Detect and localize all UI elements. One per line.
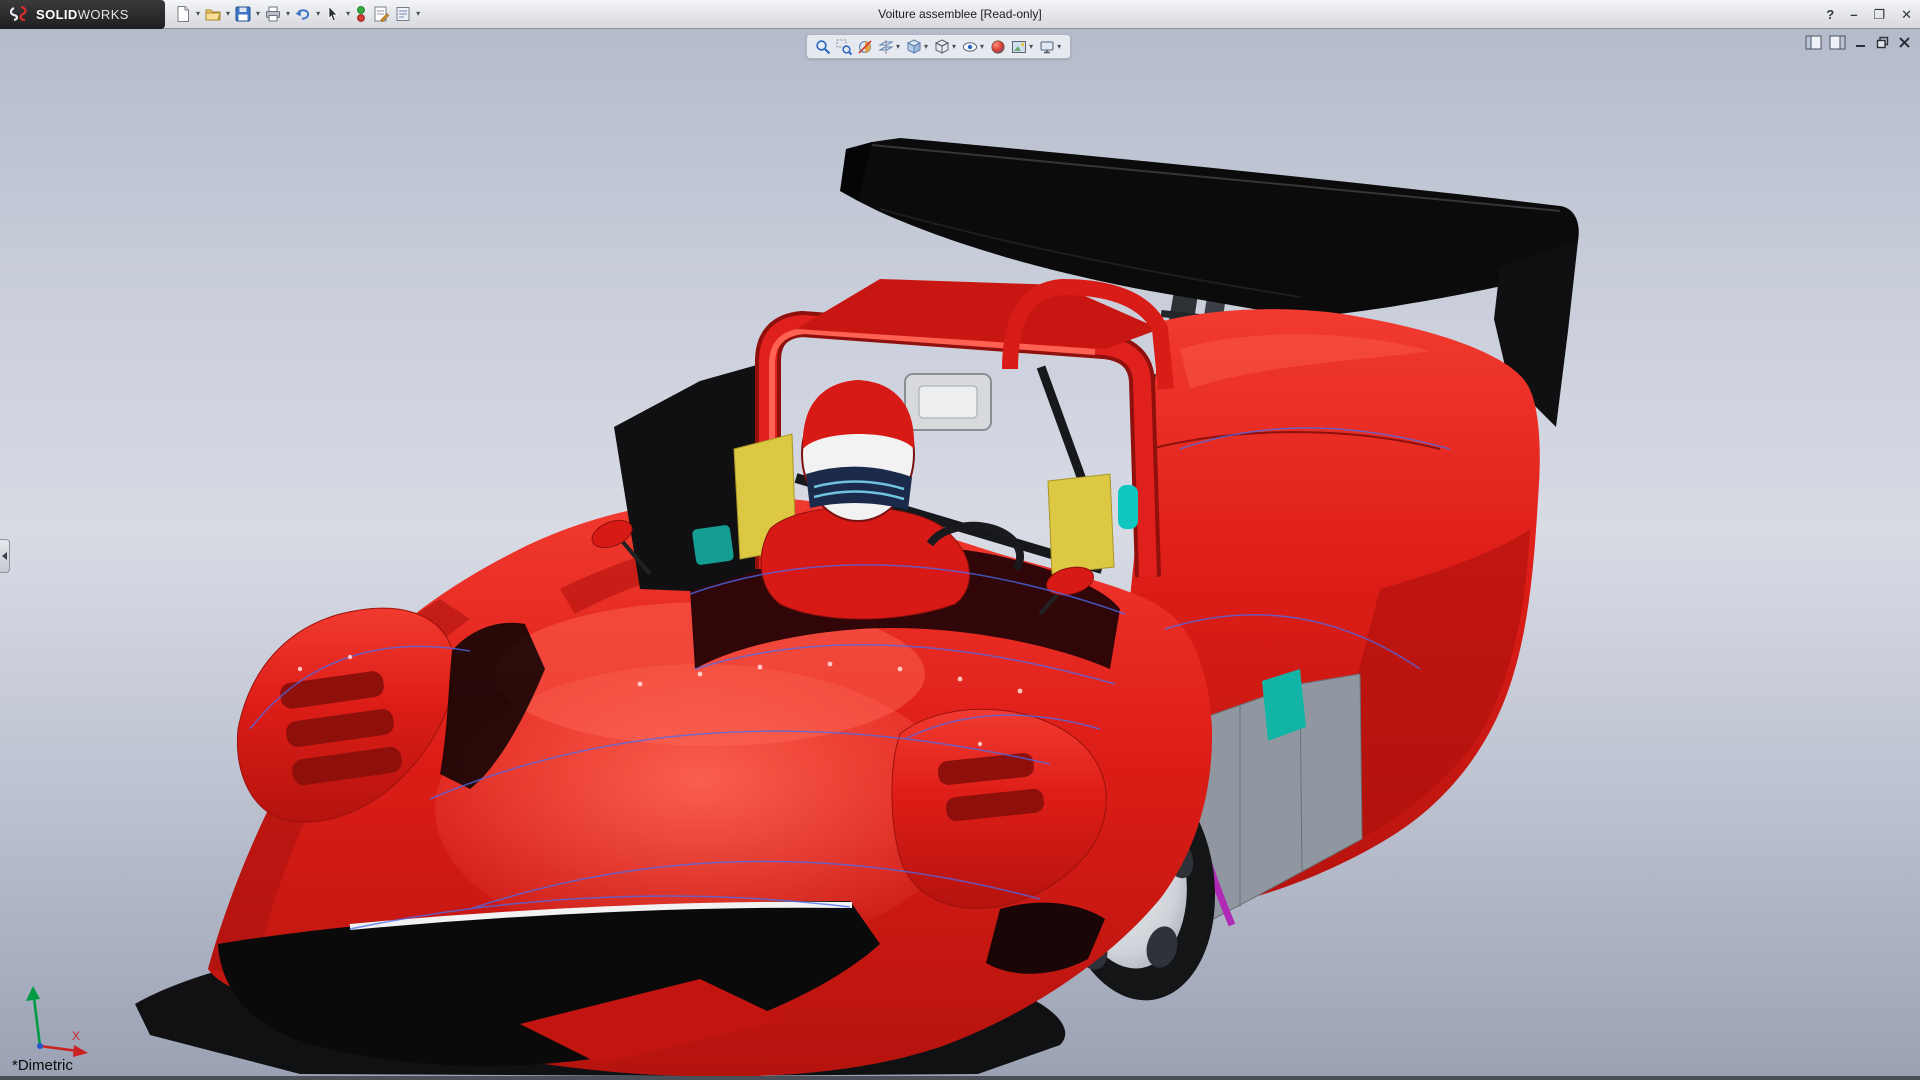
file-properties-button[interactable] bbox=[371, 3, 391, 25]
y-axis-arrow bbox=[26, 986, 40, 1001]
orientation-triad[interactable]: X bbox=[6, 976, 102, 1060]
x-axis-arrow bbox=[73, 1045, 88, 1057]
open-dropdown[interactable]: ▾ bbox=[225, 3, 231, 25]
brand-solid: SOLID bbox=[36, 7, 78, 22]
apply-scene-dropdown[interactable]: ▾ bbox=[1028, 36, 1034, 58]
save-button[interactable] bbox=[233, 3, 253, 25]
select-cursor-icon bbox=[324, 5, 342, 23]
view-orientation-icon bbox=[906, 39, 922, 55]
options-dropdown[interactable]: ▾ bbox=[415, 3, 421, 25]
display-style-icon bbox=[934, 39, 950, 55]
graphics-area: ▾ ▾ ▾ ▾ bbox=[0, 29, 1920, 1076]
section-view-button[interactable] bbox=[857, 39, 873, 55]
print-dropdown[interactable]: ▾ bbox=[285, 3, 291, 25]
open-folder-button[interactable] bbox=[203, 3, 223, 25]
view-planes-dropdown[interactable]: ▾ bbox=[895, 36, 901, 58]
title-bar: SOLIDWORKS ▾ ▾ ▾ bbox=[0, 0, 1920, 29]
open-folder-icon bbox=[204, 5, 222, 23]
view-settings-button[interactable]: ▾ bbox=[1039, 36, 1062, 58]
document-options-icon bbox=[394, 5, 412, 23]
apply-scene-button[interactable]: ▾ bbox=[1011, 36, 1034, 58]
view-planes-icon bbox=[878, 39, 894, 55]
window-controls: ? – ❐ ✕ bbox=[1826, 0, 1912, 29]
view-planes-button[interactable]: ▾ bbox=[878, 36, 901, 58]
doc-restore-icon[interactable] bbox=[1875, 35, 1890, 50]
rearview-mirror-box bbox=[905, 374, 991, 430]
display-pane-icon[interactable] bbox=[1829, 35, 1846, 50]
save-icon bbox=[234, 5, 252, 23]
zoom-to-area-button[interactable] bbox=[836, 39, 852, 55]
rebuild-button[interactable] bbox=[353, 3, 369, 25]
view-settings-dropdown[interactable]: ▾ bbox=[1056, 36, 1062, 58]
close-button[interactable]: ✕ bbox=[1901, 7, 1912, 23]
new-dropdown[interactable]: ▾ bbox=[195, 3, 201, 25]
z-axis-origin bbox=[37, 1043, 43, 1049]
select-button[interactable] bbox=[323, 3, 343, 25]
hide-show-dropdown[interactable]: ▾ bbox=[979, 36, 985, 58]
print-button[interactable] bbox=[263, 3, 283, 25]
collapse-arrow-icon bbox=[2, 552, 7, 560]
new-document-button[interactable] bbox=[173, 3, 193, 25]
print-icon bbox=[264, 5, 282, 23]
minimize-button[interactable]: – bbox=[1850, 7, 1857, 22]
brand-text: SOLIDWORKS bbox=[36, 7, 129, 22]
x-axis-label: X bbox=[72, 1029, 80, 1043]
feature-pane-icon[interactable] bbox=[1805, 35, 1822, 50]
edit-appearance-icon bbox=[990, 39, 1006, 55]
solidworks-logo-icon bbox=[8, 4, 30, 24]
file-properties-icon bbox=[372, 5, 390, 23]
undo-button[interactable] bbox=[293, 3, 313, 25]
rebuild-lights-icon bbox=[354, 5, 368, 23]
document-options-button[interactable] bbox=[393, 3, 413, 25]
view-orientation-button[interactable]: ▾ bbox=[906, 36, 929, 58]
driver-torso bbox=[761, 507, 969, 619]
view-settings-icon bbox=[1039, 39, 1055, 55]
doc-window-controls bbox=[1805, 35, 1912, 50]
yellow-panel-right bbox=[1048, 474, 1114, 574]
zoom-to-area-icon bbox=[836, 39, 852, 55]
undo-dropdown[interactable]: ▾ bbox=[315, 3, 321, 25]
3d-viewport[interactable] bbox=[0, 29, 1920, 1076]
new-document-icon bbox=[174, 5, 192, 23]
main-toolbar: ▾ ▾ ▾ ▾ bbox=[173, 3, 421, 25]
driver-helmet bbox=[802, 380, 914, 521]
select-dropdown[interactable]: ▾ bbox=[345, 3, 351, 25]
apply-scene-icon bbox=[1011, 39, 1027, 55]
teal-accent-right bbox=[1118, 485, 1138, 529]
heads-up-view-toolbar: ▾ ▾ ▾ ▾ bbox=[806, 34, 1071, 59]
doc-close-icon[interactable] bbox=[1897, 35, 1912, 50]
hide-show-items-button[interactable]: ▾ bbox=[962, 36, 985, 58]
doc-minimize-icon[interactable] bbox=[1853, 35, 1868, 50]
zoom-to-fit-button[interactable] bbox=[815, 39, 831, 55]
save-dropdown[interactable]: ▾ bbox=[255, 3, 261, 25]
view-orientation-dropdown[interactable]: ▾ bbox=[923, 36, 929, 58]
display-style-button[interactable]: ▾ bbox=[934, 36, 957, 58]
teal-accent-left bbox=[692, 525, 735, 566]
view-orientation-label: *Dimetric bbox=[12, 1057, 73, 1074]
undo-icon bbox=[294, 5, 312, 23]
zoom-to-fit-icon bbox=[815, 39, 831, 55]
hide-show-items-icon bbox=[962, 39, 978, 55]
help-button[interactable]: ? bbox=[1826, 7, 1834, 22]
section-view-icon bbox=[857, 39, 873, 55]
solidworks-logo: SOLIDWORKS bbox=[0, 0, 165, 29]
brand-works: WORKS bbox=[78, 7, 129, 22]
display-style-dropdown[interactable]: ▾ bbox=[951, 36, 957, 58]
edit-appearance-button[interactable] bbox=[990, 39, 1006, 55]
status-strip bbox=[0, 1076, 1920, 1080]
feature-panel-collapse-tab[interactable] bbox=[0, 539, 10, 573]
restore-button[interactable]: ❐ bbox=[1873, 7, 1885, 23]
